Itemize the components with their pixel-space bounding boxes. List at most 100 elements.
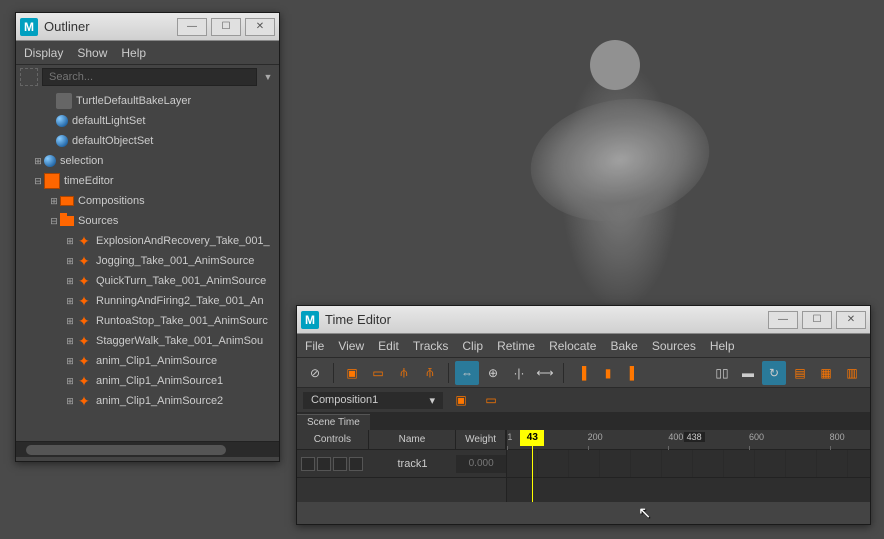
menu-help[interactable]: Help <box>710 339 735 353</box>
expand-icon[interactable]: ⊞ <box>64 395 76 407</box>
search-dropdown-icon[interactable]: ▼ <box>261 72 275 82</box>
lock-toggle[interactable] <box>333 457 347 471</box>
ghost-icon[interactable]: ▤ <box>788 361 812 385</box>
tree-item-label: defaultLightSet <box>72 115 145 127</box>
menu-relocate[interactable]: Relocate <box>549 339 596 353</box>
scale-tool-icon[interactable]: ⊕ <box>481 361 505 385</box>
track-weight[interactable]: 0.000 <box>456 455 506 473</box>
expand-icon[interactable]: ⊞ <box>64 355 76 367</box>
expand-icon[interactable]: ⊞ <box>48 195 60 207</box>
options-icon[interactable]: ▥ <box>840 361 864 385</box>
ripple-icon[interactable]: ▯▯ <box>710 361 734 385</box>
expand-icon[interactable]: ⊞ <box>64 275 76 287</box>
close-button[interactable]: ✕ <box>245 18 275 36</box>
menu-show[interactable]: Show <box>77 46 107 60</box>
composition-row: Composition1 ▾ ▣ ▭ <box>297 388 870 412</box>
tree-item[interactable]: ⊞Compositions <box>16 191 279 211</box>
expand-icon[interactable]: ⊞ <box>64 375 76 387</box>
track-row[interactable]: track1 0.000 <box>297 450 506 478</box>
maximize-button[interactable]: ☐ <box>211 18 241 36</box>
ungroup-icon[interactable]: ⫚ <box>418 361 442 385</box>
timeline-tick: 800 <box>830 432 845 442</box>
grid-icon[interactable]: ▦ <box>814 361 838 385</box>
loop-icon[interactable]: ↻ <box>762 361 786 385</box>
group-icon[interactable]: ⫛ <box>392 361 416 385</box>
menu-bake[interactable]: Bake <box>610 339 637 353</box>
timeline-lane[interactable] <box>507 450 870 478</box>
expand-icon[interactable]: ⊞ <box>64 335 76 347</box>
tree-item[interactable]: ⊞ anim_Clip1_AnimSource <box>16 351 279 371</box>
close-button[interactable]: ✕ <box>836 311 866 329</box>
trim-start-icon[interactable]: ▐ <box>570 361 594 385</box>
retime-tool-icon[interactable]: ·|· <box>507 361 531 385</box>
tree-item[interactable]: ⊞anim_Clip1_AnimSource1 <box>16 371 279 391</box>
time-editor-window: M Time Editor — ☐ ✕ File View Edit Track… <box>296 305 871 525</box>
timeline-ruler[interactable]: 120040060080043438 <box>507 430 870 450</box>
new-comp-icon[interactable]: ▣ <box>449 388 473 412</box>
timeline-lanes[interactable] <box>507 450 870 502</box>
playhead[interactable]: 43 <box>520 430 544 446</box>
rec-toggle[interactable] <box>349 457 363 471</box>
anim-icon <box>76 253 92 269</box>
tree-item[interactable]: defaultLightSet <box>16 111 279 131</box>
expand-icon[interactable]: ⊞ <box>64 255 76 267</box>
menu-display[interactable]: Display <box>24 46 63 60</box>
split-icon[interactable]: ▮ <box>596 361 620 385</box>
expand-icon[interactable]: ⊞ <box>32 155 44 167</box>
move-tool-icon[interactable]: ⇔ <box>455 361 479 385</box>
expand-icon[interactable]: ⊞ <box>64 235 76 247</box>
tree-item-label: anim_Clip1_AnimSource <box>96 355 217 367</box>
tree-item[interactable]: ⊞RuntoaStop_Take_001_AnimSourc <box>16 311 279 331</box>
tree-item[interactable]: ⊞selection <box>16 151 279 171</box>
tree-item[interactable]: ⊟Sources <box>16 211 279 231</box>
tree-item[interactable]: defaultObjectSet <box>16 131 279 151</box>
tree-item[interactable]: ⊞QuickTurn_Take_001_AnimSource <box>16 271 279 291</box>
menu-view[interactable]: View <box>338 339 364 353</box>
timeline[interactable]: 120040060080043438 <box>507 430 870 502</box>
tree-item[interactable]: ⊞RunningAndFiring2_Take_001_An <box>16 291 279 311</box>
menu-file[interactable]: File <box>305 339 324 353</box>
trim-end-icon[interactable]: ▌ <box>622 361 646 385</box>
expand-icon[interactable] <box>44 135 56 147</box>
menu-tracks[interactable]: Tracks <box>413 339 449 353</box>
time-editor-titlebar[interactable]: M Time Editor — ☐ ✕ <box>297 306 870 334</box>
clip-icon[interactable]: ▭ <box>366 361 390 385</box>
snap-icon[interactable]: ▬ <box>736 361 760 385</box>
tree-item[interactable]: ⊟timeEditor <box>16 171 279 191</box>
frame-end-marker[interactable]: 438 <box>684 432 705 442</box>
expand-icon[interactable] <box>44 95 56 107</box>
expand-icon[interactable]: ⊟ <box>32 175 44 187</box>
collapse-icon[interactable] <box>20 68 38 86</box>
header-name: Name <box>369 430 457 449</box>
disable-icon[interactable]: ⊘ <box>303 361 327 385</box>
menu-edit[interactable]: Edit <box>378 339 399 353</box>
tree-item[interactable]: ⊞StaggerWalk_Take_001_AnimSou <box>16 331 279 351</box>
composition-dropdown[interactable]: Composition1 ▾ <box>303 392 443 409</box>
track-name[interactable]: track1 <box>369 458 457 470</box>
menu-retime[interactable]: Retime <box>497 339 535 353</box>
search-input[interactable] <box>42 68 257 86</box>
track-list: Controls Name Weight track1 0.000 <box>297 430 507 502</box>
expand-icon[interactable] <box>44 115 56 127</box>
expand-icon[interactable]: ⊞ <box>64 315 76 327</box>
solo-toggle[interactable] <box>317 457 331 471</box>
expand-icon[interactable]: ⊞ <box>64 295 76 307</box>
mute-toggle[interactable] <box>301 457 315 471</box>
menu-help[interactable]: Help <box>121 46 146 60</box>
tree-item[interactable]: ⊞Jogging_Take_001_AnimSource <box>16 251 279 271</box>
tree-item[interactable]: ⊞anim_Clip1_AnimSource2 <box>16 391 279 411</box>
menu-sources[interactable]: Sources <box>652 339 696 353</box>
tree-item[interactable]: TurtleDefaultBakeLayer <box>16 91 279 111</box>
tree-item[interactable]: ⊞ExplosionAndRecovery_Take_001_ <box>16 231 279 251</box>
outliner-titlebar[interactable]: M Outliner — ☐ ✕ <box>16 13 279 41</box>
outliner-tree[interactable]: TurtleDefaultBakeLayer defaultLightSet def… <box>16 89 279 441</box>
minimize-button[interactable]: — <box>177 18 207 36</box>
add-track-icon[interactable]: ▣ <box>340 361 364 385</box>
minimize-button[interactable]: — <box>768 311 798 329</box>
maximize-button[interactable]: ☐ <box>802 311 832 329</box>
import-icon[interactable]: ▭ <box>479 388 503 412</box>
expand-icon[interactable]: ⊟ <box>48 215 60 227</box>
horizontal-scrollbar[interactable] <box>16 441 279 457</box>
razor-tool-icon[interactable]: ⟷ <box>533 361 557 385</box>
menu-clip[interactable]: Clip <box>462 339 483 353</box>
